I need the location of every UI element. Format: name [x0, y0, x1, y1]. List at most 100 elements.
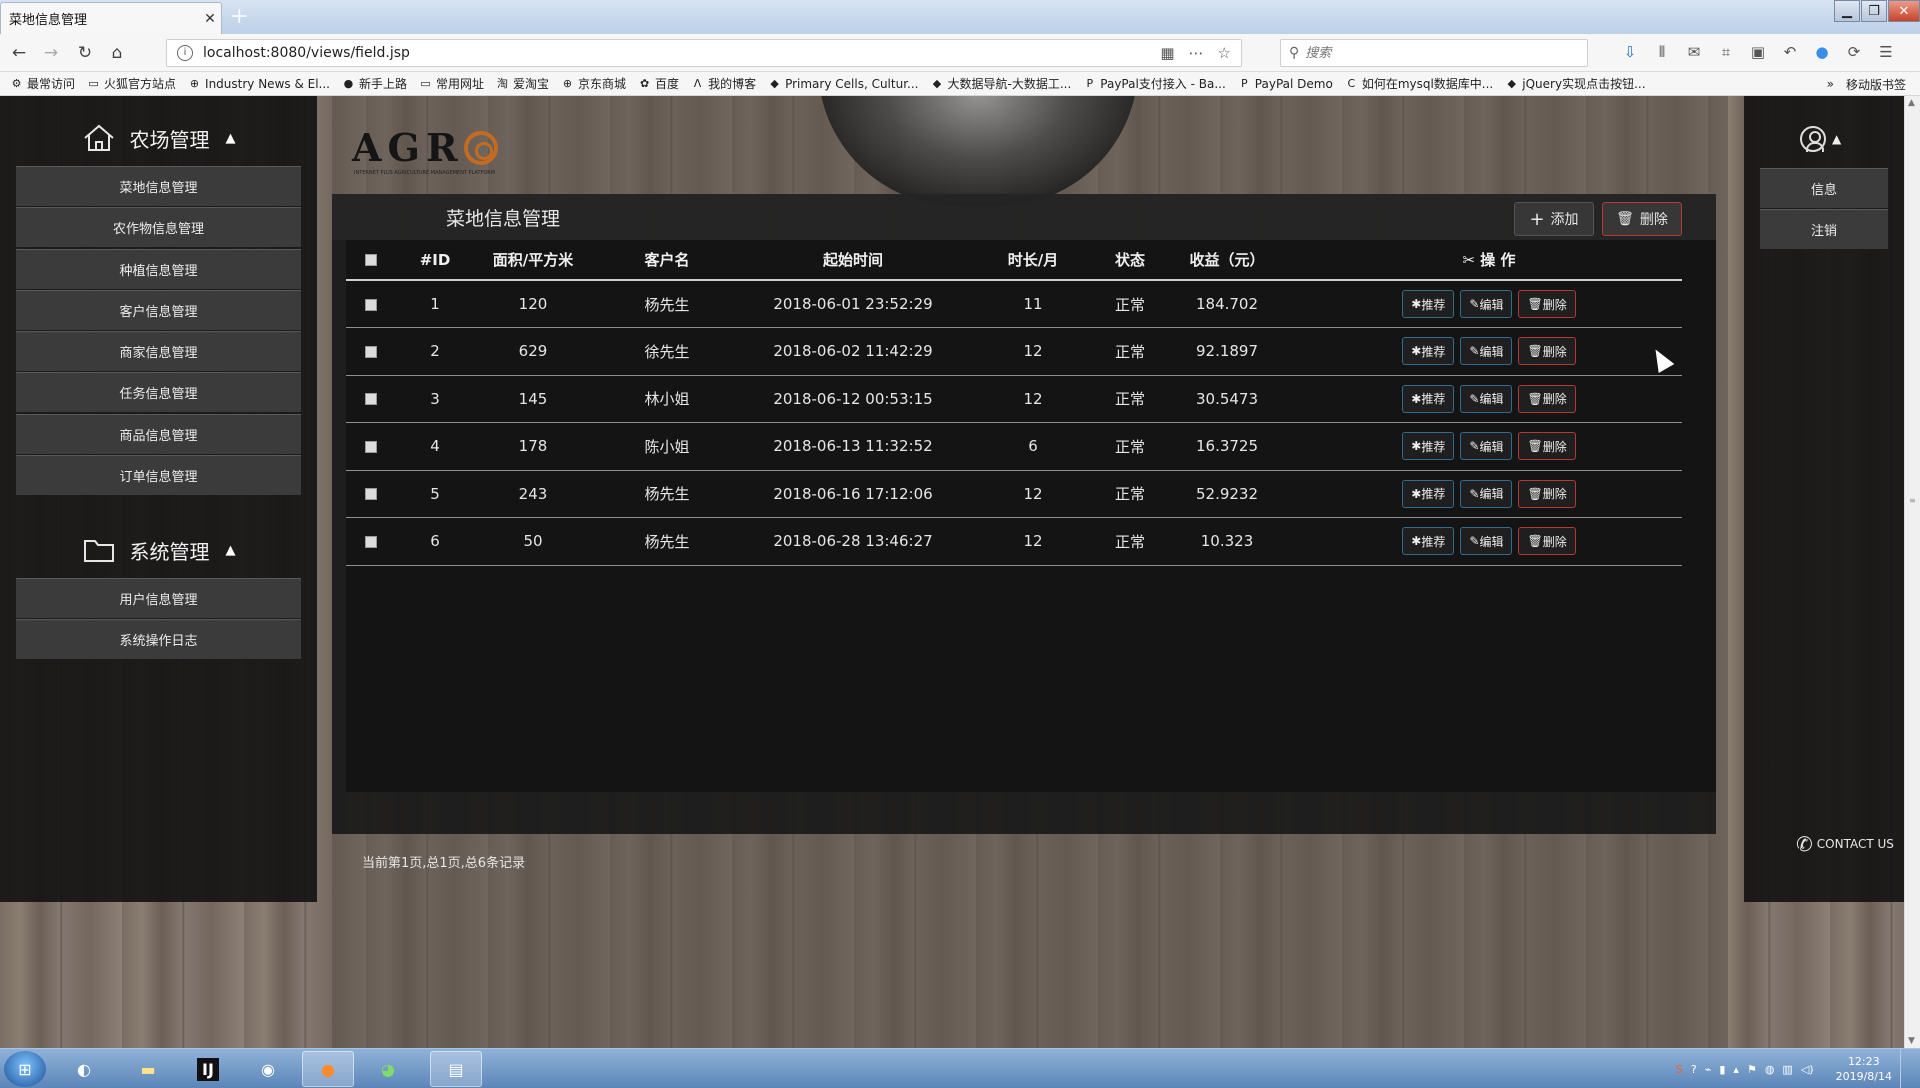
bookmark-item[interactable]: ◆ jQuery实现点击按钮... — [1505, 75, 1646, 92]
sidebar-item[interactable]: 种植信息管理 — [16, 248, 301, 289]
user-menu-toggle[interactable]: ▲ — [1800, 126, 1841, 152]
row-checkbox[interactable] — [365, 488, 377, 501]
row-checkbox[interactable] — [365, 298, 377, 311]
bookmark-item[interactable]: ▭ 常用网址 — [419, 75, 484, 92]
bookmark-item[interactable]: P PayPal Demo — [1238, 77, 1333, 91]
row-delete-button[interactable]: 🗑 删除 — [1518, 527, 1576, 556]
sidebar-item[interactable]: 系统操作日志 — [16, 619, 301, 660]
edit-button[interactable]: ✎ 编辑 — [1460, 290, 1513, 318]
tray-flag-icon[interactable]: ⚑ — [1747, 1063, 1757, 1076]
site-info-icon[interactable]: i — [177, 45, 193, 61]
search-box[interactable]: ⚲ — [1280, 39, 1588, 67]
sidebar-item[interactable]: 客户信息管理 — [16, 289, 301, 330]
recommend-button[interactable]: ✱ 推荐 — [1402, 432, 1455, 461]
tray-battery-icon[interactable]: ▮ — [1719, 1063, 1725, 1076]
bookmark-item[interactable]: ✿ 百度 — [638, 75, 679, 92]
sync-icon[interactable]: ⟳ — [1844, 43, 1864, 61]
library-icon[interactable]: ⫴ — [1652, 43, 1672, 61]
edit-button[interactable]: ✎ 编辑 — [1460, 432, 1513, 461]
row-checkbox[interactable] — [365, 345, 377, 358]
page-scrollbar[interactable]: ▲ ≡ ▼ — [1904, 96, 1920, 1048]
scroll-down-icon[interactable]: ▼ — [1908, 1036, 1915, 1046]
tray-usb-icon[interactable]: ⌁ — [1705, 1063, 1712, 1076]
bookmark-item[interactable]: 淘爱淘宝 — [496, 75, 549, 92]
screenshot-icon[interactable]: ⌗ — [1716, 43, 1736, 61]
recommend-button[interactable]: ✱ 推荐 — [1402, 384, 1455, 413]
taskbar-app-icon[interactable]: ▤ — [430, 1051, 482, 1087]
chevron-double-right-icon[interactable]: » — [1827, 77, 1834, 91]
bookmark-item[interactable]: ⚙ 最常访问 — [10, 75, 75, 92]
taskbar-intellij-icon[interactable]: IJ — [182, 1051, 234, 1087]
row-delete-button[interactable]: 🗑 删除 — [1518, 337, 1576, 366]
row-checkbox[interactable] — [365, 393, 377, 406]
maximize-icon[interactable]: ❐ — [1861, 0, 1887, 22]
search-input[interactable] — [1305, 45, 1566, 61]
edit-button[interactable]: ✎ 编辑 — [1460, 479, 1513, 508]
reload-icon[interactable]: ↻ — [72, 41, 98, 65]
sidebar-item[interactable]: 任务信息管理 — [16, 372, 301, 413]
sidebar-item[interactable]: 用户信息管理 — [16, 578, 301, 618]
window-close-icon[interactable]: ✕ — [1888, 0, 1920, 22]
page-actions-icon[interactable]: ⋯ — [1189, 44, 1204, 62]
back-arrow-icon[interactable]: ← — [6, 41, 32, 65]
bookmark-item[interactable]: ⊕ 京东商城 — [561, 75, 626, 92]
bookmark-item[interactable]: ᐱ 我的博客 — [691, 75, 756, 92]
row-delete-button[interactable]: 🗑 删除 — [1518, 432, 1576, 461]
select-all-checkbox[interactable] — [365, 254, 377, 266]
system-group-header[interactable]: 系统管理 ▲ — [0, 524, 317, 576]
row-checkbox[interactable] — [365, 440, 377, 453]
browser-tab[interactable]: 菜地信息管理 ✕ — [0, 2, 222, 34]
chat-icon[interactable]: ✉ — [1684, 43, 1704, 61]
sidebar-item[interactable]: 订单信息管理 — [16, 455, 301, 496]
row-checkbox[interactable] — [365, 535, 377, 548]
tray-network-icon[interactable]: ▥ — [1782, 1063, 1792, 1076]
scroll-up-icon[interactable]: ▲ — [1908, 98, 1915, 108]
forward-arrow-icon[interactable]: → — [38, 41, 64, 65]
tray-help-icon[interactable]: ? — [1691, 1063, 1697, 1076]
add-button[interactable]: + 添加 — [1514, 202, 1594, 236]
bookmark-item[interactable]: ◆ 大数据导航-大数据工... — [930, 75, 1072, 92]
menu-icon[interactable]: ☰ — [1876, 43, 1896, 61]
sidebar-toggle-icon[interactable]: ▣ — [1748, 43, 1768, 61]
bookmark-item[interactable]: ● 新手上路 — [342, 75, 407, 92]
taskbar-folder-icon[interactable]: ▬ — [122, 1051, 174, 1087]
undo-icon[interactable]: ↶ — [1780, 43, 1800, 61]
recommend-button[interactable]: ✱ 推荐 — [1402, 479, 1455, 508]
sidebar-item[interactable]: 商品信息管理 — [16, 413, 301, 454]
taskbar-globe-icon[interactable]: ◉ — [242, 1051, 294, 1087]
home-icon[interactable]: ⌂ — [104, 41, 130, 65]
tray-qq-icon[interactable]: ◍ — [1765, 1063, 1775, 1076]
address-bar[interactable]: i localhost:8080/views/field.jsp ▦ ⋯ ☆ — [166, 39, 1242, 67]
row-delete-button[interactable]: 🗑 删除 — [1518, 479, 1576, 508]
extension-globe-icon[interactable]: ● — [1812, 43, 1832, 61]
sidebar-item[interactable]: 农作物信息管理 — [16, 207, 301, 248]
bookmark-item[interactable]: C 如何在mysql数据库中... — [1345, 75, 1493, 92]
farm-group-header[interactable]: 农场管理 ▲ — [0, 112, 317, 164]
delete-button[interactable]: 🗑 删除 — [1602, 202, 1682, 236]
download-icon[interactable]: ⇩ — [1620, 43, 1640, 61]
user-menu-item[interactable]: 注销 — [1760, 209, 1888, 250]
mobile-bookmarks-link[interactable]: 移动版书签 — [1846, 76, 1906, 93]
recommend-button[interactable]: ✱ 推荐 — [1402, 337, 1455, 366]
start-button[interactable]: ⊞ — [4, 1051, 46, 1087]
sidebar-item[interactable]: 商家信息管理 — [16, 331, 301, 372]
edit-button[interactable]: ✎ 编辑 — [1460, 384, 1513, 413]
user-menu-item[interactable]: 信息 — [1760, 168, 1888, 208]
bookmark-item[interactable]: ▭ 火狐官方站点 — [87, 75, 176, 92]
bookmark-item[interactable]: P PayPal支付接入 - Ba... — [1083, 75, 1225, 92]
bookmark-item[interactable]: ◆ Primary Cells, Cultur... — [768, 77, 918, 91]
sidebar-item[interactable]: 菜地信息管理 — [16, 166, 301, 206]
tab-close-icon[interactable]: ✕ — [199, 11, 221, 27]
clock[interactable]: 12:23 2019/8/14 — [1836, 1054, 1892, 1084]
row-delete-button[interactable]: 🗑 删除 — [1518, 384, 1576, 413]
qr-code-icon[interactable]: ▦ — [1160, 44, 1174, 62]
taskbar-wechat-icon[interactable]: ◕ — [362, 1051, 414, 1087]
scroll-grip-icon[interactable]: ≡ — [1909, 496, 1916, 506]
new-tab-button[interactable]: + — [230, 4, 248, 29]
show-desktop-button[interactable] — [1900, 1049, 1912, 1088]
edit-button[interactable]: ✎ 编辑 — [1460, 527, 1513, 556]
tray-sogou-icon[interactable]: S — [1676, 1063, 1683, 1076]
bookmark-item[interactable]: ⊕ Industry News & El... — [188, 77, 330, 91]
edit-button[interactable]: ✎ 编辑 — [1460, 337, 1513, 366]
contact-us-link[interactable]: ✆ CONTACT US — [1796, 832, 1894, 856]
